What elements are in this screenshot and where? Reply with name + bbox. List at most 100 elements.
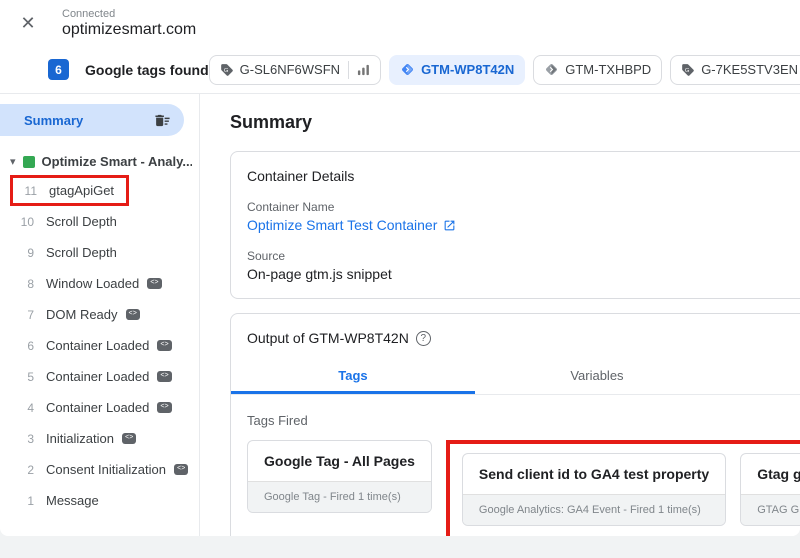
field-source: Source On-page gtm.js snippet: [247, 249, 800, 282]
event-item[interactable]: 7 DOM Ready <>: [0, 299, 199, 330]
event-number: 2: [27, 462, 34, 477]
event-label: Consent Initialization: [46, 462, 166, 477]
connection-header: ✕ Connected optimizesmart.com: [0, 0, 800, 46]
event-number: 8: [27, 276, 34, 291]
connected-site: optimizesmart.com: [62, 21, 197, 39]
svg-text:G: G: [685, 68, 690, 74]
output-title: Output of GTM-WP8T42N: [247, 330, 409, 346]
code-icon: <>: [125, 309, 140, 320]
external-link-icon[interactable]: [443, 219, 456, 232]
field-label: Source: [247, 249, 286, 263]
tags-fired-label: Tags Fired: [247, 413, 308, 428]
chip-divider: [348, 60, 350, 79]
container-details-title: Container Details: [247, 168, 355, 184]
help-icon[interactable]: ?: [415, 330, 431, 346]
tag-card-title: Google Tag - All Pages: [264, 453, 415, 469]
output-tabs: Tags Variables Data Layer: [231, 360, 800, 395]
code-icon: <>: [157, 340, 172, 351]
event-item[interactable]: 2 Consent Initialization <>: [0, 454, 199, 485]
tags-found-label: Google tags found: [85, 61, 209, 78]
chip-label: G-7KE5STV3EN: [701, 62, 799, 77]
chip-label: GTM-WP8T42N: [421, 62, 515, 77]
field-container-name: Container Name Optimize Smart Test Conta…: [247, 200, 800, 233]
fired-tag-card-gtag-get-api[interactable]: Gtag get api GTAG GET API - Fired 1 time…: [740, 453, 800, 526]
event-item[interactable]: 3 Initialization <>: [0, 423, 199, 454]
tab-tags[interactable]: Tags: [231, 360, 475, 394]
event-label: Container Loaded: [46, 400, 150, 415]
event-number: 3: [27, 431, 34, 446]
annotation-red-box: 11 gtagApiGet: [10, 175, 130, 206]
tab-data-layer[interactable]: Data Layer: [719, 360, 800, 394]
event-label: Container Loaded: [46, 338, 150, 353]
event-item[interactable]: 10 Scroll Depth: [0, 206, 199, 237]
close-icon[interactable]: ✕: [16, 11, 40, 35]
container-status-icon: [22, 155, 35, 168]
tab-variables[interactable]: Variables: [475, 360, 719, 394]
connection-info: Connected optimizesmart.com: [62, 6, 196, 39]
tag-chips: G G-SL6NF6WSFN GTM-WP8T42N GTM-TXHBPD G: [208, 54, 800, 85]
gtm-diamond-icon: [400, 62, 415, 77]
code-icon: <>: [147, 278, 162, 289]
fired-tag-card-send-client-id[interactable]: Send client id to GA4 test property Goog…: [461, 453, 727, 526]
clear-messages-icon[interactable]: [154, 112, 171, 129]
event-label: Window Loaded: [46, 276, 140, 291]
event-item[interactable]: 5 Container Loaded <>: [0, 361, 199, 392]
signal-bars-icon[interactable]: [357, 63, 370, 76]
main-panel: Summary ▾ Optimize Smart - Analy... 11 g…: [0, 94, 800, 536]
event-item[interactable]: 1 Message: [0, 485, 199, 516]
event-number: 9: [27, 245, 34, 260]
fired-tags-row: Google Tag - All Pages Google Tag - Fire…: [247, 440, 800, 536]
svg-text:G: G: [224, 68, 229, 74]
output-card: Output of GTM-WP8T42N ? Tags Variables D…: [230, 313, 800, 536]
summary-main: Summary Container Details Container Name…: [200, 94, 800, 536]
event-number: 6: [27, 338, 34, 353]
code-icon: <>: [157, 371, 172, 382]
source-value: On-page gtm.js snippet: [247, 266, 392, 282]
summary-sidebar: Summary ▾ Optimize Smart - Analy... 11 g…: [0, 94, 200, 536]
event-label: Scroll Depth: [46, 214, 117, 229]
event-number: 10: [20, 214, 34, 229]
event-label: DOM Ready: [46, 307, 118, 322]
event-number: 7: [27, 307, 34, 322]
tag-card-title: Gtag get api: [757, 466, 800, 482]
event-label: Container Loaded: [46, 369, 150, 384]
collapse-arrow-icon[interactable]: ▾: [10, 155, 16, 168]
summary-label: Summary: [24, 112, 84, 128]
tag-chip-gtm-wp8t42n[interactable]: GTM-WP8T42N: [389, 54, 526, 85]
sidebar-item-summary[interactable]: Summary: [0, 104, 184, 136]
field-label: Container Name: [247, 200, 335, 214]
fired-tag-card-google-tag[interactable]: Google Tag - All Pages Google Tag - Fire…: [247, 440, 432, 513]
google-tags-bar: 6 Google tags found G G-SL6NF6WSFN GTM-W…: [0, 46, 800, 94]
chip-label: G-SL6NF6WSFN: [239, 62, 341, 77]
event-number: 11: [24, 183, 37, 198]
tag-card-subtitle: Google Analytics: GA4 Event - Fired 1 ti…: [462, 494, 726, 525]
event-item[interactable]: 8 Window Loaded <>: [0, 268, 199, 299]
tag-card-subtitle: GTAG GET API - Fired 1 time(s): [741, 494, 800, 525]
container-name-link[interactable]: Optimize Smart Test Container: [247, 217, 437, 233]
tag-chip-gtm-txhbpd[interactable]: GTM-TXHBPD: [533, 54, 663, 85]
tag-chip-g-sl6nf6wsfn[interactable]: G G-SL6NF6WSFN: [208, 54, 382, 85]
code-icon: <>: [173, 464, 189, 475]
ga4-tag-icon: G: [220, 63, 234, 77]
event-item[interactable]: 9 Scroll Depth: [0, 237, 199, 268]
container-group-row[interactable]: ▾ Optimize Smart - Analy...: [10, 154, 199, 169]
event-item[interactable]: 4 Container Loaded <>: [0, 392, 199, 423]
event-number: 5: [27, 369, 34, 384]
annotation-red-box: Send client id to GA4 test property Goog…: [445, 440, 800, 536]
content-area: Summary ▾ Optimize Smart - Analy... 11 g…: [0, 94, 800, 558]
tag-card-subtitle: Google Tag - Fired 1 time(s): [248, 481, 431, 512]
event-label: gtagApiGet: [49, 183, 115, 198]
event-item[interactable]: 6 Container Loaded <>: [0, 330, 199, 361]
connected-label: Connected: [62, 8, 116, 21]
gtm-diamond-icon: [544, 62, 559, 77]
page-title: Summary: [230, 112, 313, 132]
container-group-label: Optimize Smart - Analy...: [41, 154, 192, 169]
ga4-tag-icon: G: [681, 63, 695, 77]
event-item-gtagapiget[interactable]: 11 gtagApiGet: [0, 175, 199, 206]
code-icon: <>: [157, 402, 172, 413]
event-number: 4: [27, 400, 34, 415]
event-label: Scroll Depth: [46, 245, 117, 260]
event-label: Initialization: [46, 431, 114, 446]
container-details-card: Container Details Container Name Optimiz…: [230, 151, 800, 299]
tag-chip-g-7ke5stv3en[interactable]: G G-7KE5STV3EN: [670, 54, 800, 85]
